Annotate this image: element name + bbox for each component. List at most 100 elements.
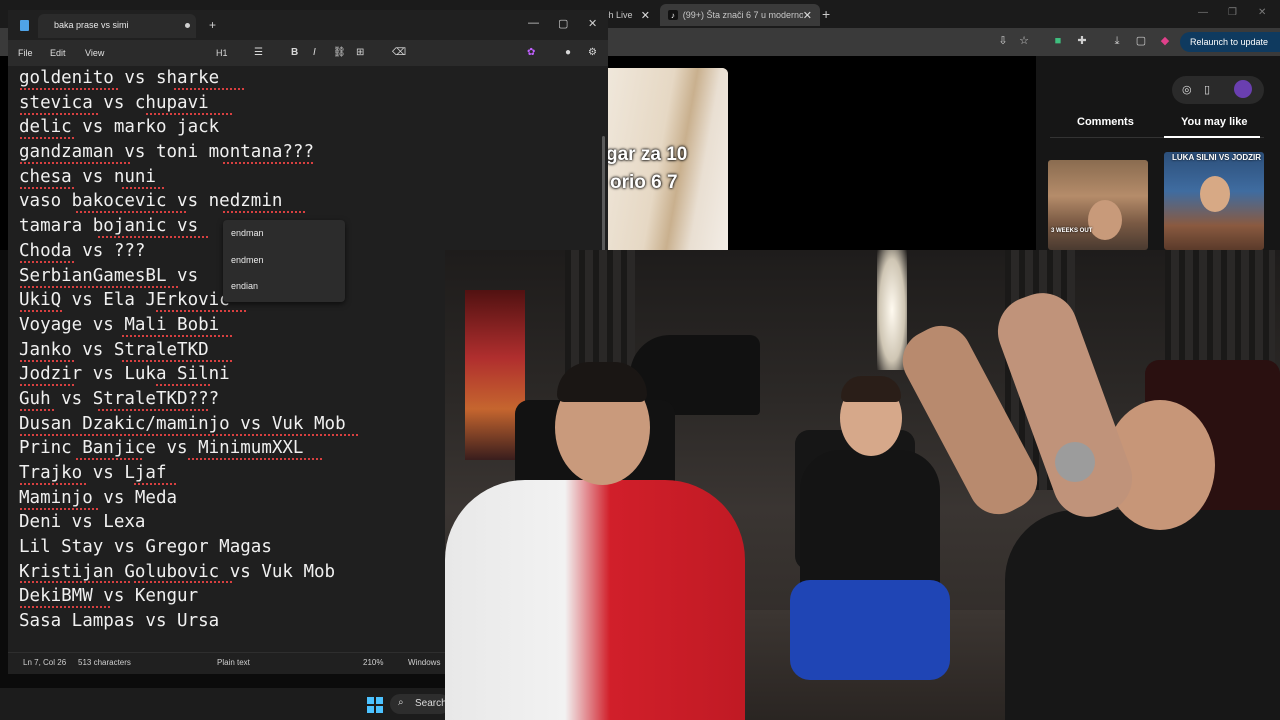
new-tab-plus-icon[interactable]: + <box>822 6 830 22</box>
install-app-icon[interactable]: ⇩ <box>996 34 1010 48</box>
close-icon[interactable]: ✕ <box>803 9 812 22</box>
text-line: stevica vs chupavi <box>19 92 209 113</box>
italic-icon[interactable]: I <box>313 47 316 58</box>
screenshot-icon[interactable]: ▢ <box>1134 34 1148 48</box>
spellcheck-underline <box>146 113 232 115</box>
menu-file[interactable]: File <box>18 48 33 58</box>
link-icon[interactable]: ⛓ <box>333 47 346 58</box>
spellcheck-suggestions: endman endmen endian <box>223 220 345 302</box>
spellcheck-underline <box>20 310 64 312</box>
video-caption-line2: orio 6 7 <box>610 172 678 193</box>
minimize-icon[interactable]: — <box>528 17 539 29</box>
active-tab-indicator <box>1164 136 1260 138</box>
spellcheck-underline <box>174 88 244 90</box>
menu-view[interactable]: View <box>85 48 104 58</box>
spellcheck-underline <box>20 606 110 608</box>
spellcheck-underline <box>76 458 144 460</box>
spellcheck-underline <box>76 434 358 436</box>
spellcheck-underline <box>98 236 210 238</box>
list-icon[interactable]: ☰ <box>254 47 263 58</box>
clear-format-icon[interactable]: ⌫ <box>392 47 406 58</box>
spellcheck-underline <box>134 581 234 583</box>
spellcheck-underline <box>20 409 54 411</box>
user-avatar[interactable] <box>1234 80 1252 98</box>
webcam-overlay <box>445 250 1280 720</box>
streamer-right <box>1005 510 1280 720</box>
text-format[interactable]: Plain text <box>217 658 250 667</box>
maximize-icon[interactable]: ❐ <box>1228 7 1237 18</box>
text-line: Deni vs Lexa <box>19 512 146 533</box>
spellcheck-underline <box>20 384 76 386</box>
spellcheck-underline <box>223 211 305 213</box>
spellcheck-underline <box>20 113 100 115</box>
account-icon[interactable]: ● <box>565 47 571 58</box>
device-icon[interactable]: ▯ <box>1204 83 1210 96</box>
spellcheck-underline <box>20 483 88 485</box>
table-icon[interactable]: ⊞ <box>356 47 364 58</box>
close-window-icon[interactable]: ✕ <box>1258 7 1266 18</box>
spellcheck-underline <box>98 409 210 411</box>
text-line: goldenito vs sharke <box>19 68 220 88</box>
copilot-icon[interactable]: ✿ <box>527 47 535 58</box>
search-label: Search <box>415 698 447 709</box>
spellcheck-underline <box>20 581 132 583</box>
compass-icon[interactable]: ◎ <box>1182 83 1192 96</box>
streamer-center <box>800 450 940 600</box>
settings-gear-icon[interactable]: ⚙ <box>588 47 597 58</box>
recommended-video-thumbnail[interactable]: 3 WEEKS OUT <box>1048 160 1148 250</box>
spellcheck-underline <box>122 187 166 189</box>
spellcheck-underline <box>156 310 246 312</box>
text-line: Trajko vs Ljaf <box>19 463 167 483</box>
notepad-titlebar: baka prase vs simi + — ▢ ✕ <box>8 10 608 40</box>
spellcheck-underline <box>20 162 132 164</box>
cursor-position: Ln 7, Col 26 <box>23 658 67 667</box>
relaunch-update-button[interactable]: Relaunch to update ⋮ <box>1180 32 1280 52</box>
recommended-video-thumbnail[interactable]: LUKA SILNI VS JODZIR <box>1164 152 1264 250</box>
text-line: chesa vs nuni <box>19 166 156 187</box>
spellcheck-underline <box>20 88 120 90</box>
suggestion-item[interactable]: endmen <box>231 255 264 265</box>
maximize-icon[interactable]: ▢ <box>558 17 568 30</box>
wristwatch-icon <box>1055 442 1095 482</box>
star-bookmark-icon[interactable]: ☆ <box>1017 34 1031 48</box>
line-ending[interactable]: Windows <box>408 658 440 667</box>
profile-extension-icon[interactable]: ◆ <box>1158 34 1172 48</box>
bold-icon[interactable]: B <box>291 47 298 58</box>
thumbnail-text: 3 WEEKS OUT <box>1051 228 1093 234</box>
tab-you-may-like[interactable]: You may like <box>1181 116 1247 128</box>
close-icon[interactable]: ✕ <box>641 9 650 22</box>
browser-tab-label: (99+) Šta znači 6 7 u modernoj <box>682 10 803 20</box>
spellcheck-underline <box>122 360 234 362</box>
thumbnail-face <box>1200 176 1230 212</box>
heading-dropdown[interactable]: H1 <box>216 48 228 58</box>
text-line: Guh vs StraleTKD??? <box>19 388 220 409</box>
notepad-menubar: File Edit View H1 ☰ B I ⛓ ⊞ ⌫ ✿ ● ⚙ <box>8 40 608 66</box>
spellcheck-underline <box>76 211 188 213</box>
spellcheck-underline <box>156 384 212 386</box>
downloads-icon[interactable]: ⤓ <box>1110 34 1124 48</box>
relaunch-label: Relaunch to update <box>1190 37 1269 47</box>
windows-start-icon[interactable] <box>367 697 383 713</box>
minimize-icon[interactable]: — <box>1198 7 1208 18</box>
suggestion-item[interactable]: endman <box>231 228 264 238</box>
close-icon[interactable]: ✕ <box>588 17 597 30</box>
spellcheck-underline <box>20 187 76 189</box>
suggestion-item[interactable]: endian <box>231 281 258 291</box>
notepad-document-tab[interactable]: baka prase vs simi <box>38 14 196 38</box>
zoom-level[interactable]: 210% <box>363 658 383 667</box>
thumbnail-text: LUKA SILNI VS JODZIR <box>1172 153 1262 162</box>
menu-edit[interactable]: Edit <box>50 48 66 58</box>
streamer-center-pants <box>790 580 950 680</box>
streamer-left <box>445 480 745 720</box>
document-title: baka prase vs simi <box>54 20 129 30</box>
thumbnail-face <box>1088 200 1122 240</box>
tab-comments[interactable]: Comments <box>1077 116 1134 128</box>
streamer-center-hair <box>841 376 901 402</box>
extension-green-icon[interactable]: ■ <box>1051 34 1065 48</box>
unsaved-dot-icon[interactable] <box>185 23 190 28</box>
extensions-puzzle-icon[interactable]: ✚ <box>1075 34 1089 48</box>
text-line: Voyage vs Mali Bobi <box>19 314 220 335</box>
more-menu-icon[interactable]: ⋮ <box>1277 37 1280 47</box>
new-tab-plus-icon[interactable]: + <box>209 18 216 32</box>
browser-tab-tiktok[interactable]: ♪ (99+) Šta znači 6 7 u modernoj ✕ <box>660 4 820 26</box>
